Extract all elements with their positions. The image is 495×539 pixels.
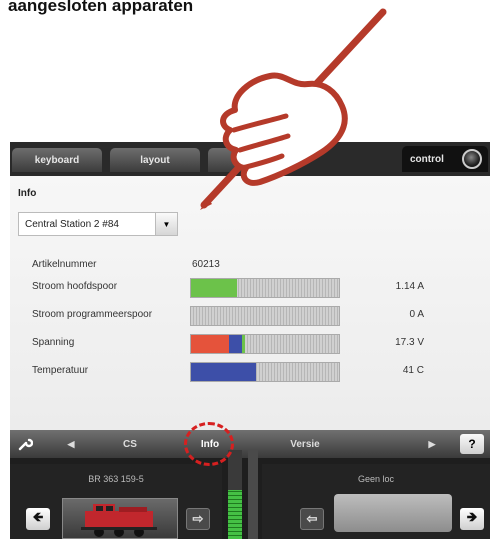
nav-prev-icon[interactable]: ◀ [64,430,78,458]
level-bar [190,306,340,326]
row-label: Spanning [32,337,75,348]
level-segment [191,279,237,297]
status-row: Stroom hoofdspoor 1.14 A [32,278,432,298]
highlight-ring [184,422,234,466]
arrow-right-outline-icon[interactable]: ⇨ [186,508,210,530]
help-button[interactable]: ? [460,434,484,454]
nav-prev-cs[interactable]: CS [110,430,150,458]
article-label: Artikelnummer [32,259,97,270]
status-row: Stroom programmeerspoor 0 A [32,306,432,326]
tab-control[interactable]: control [402,146,488,172]
loco-panel-left: BR 363 159-5 🡸 ⇨ [10,464,222,539]
knob-icon[interactable] [462,149,482,169]
level-segment [242,335,245,353]
speed-gauge-fill [228,490,242,539]
row-value: 41 C [402,365,424,376]
nav-next-icon[interactable]: ▶ [425,430,439,458]
wrench-icon[interactable] [14,430,36,458]
row-label: Stroom programmeerspoor [32,309,153,320]
row-label: Temperatuur [32,365,89,376]
arrow-left-outline-icon[interactable]: ⇦ [300,508,324,530]
arrow-right-icon[interactable]: 🡺 [460,508,484,530]
pen-hand-icon [200,8,387,210]
loco-panel-right: Geen loc ⇦ 🡺 [262,464,490,539]
device-select[interactable]: Central Station 2 #84 ▼ [18,212,178,236]
speed-gauge-right[interactable] [248,450,258,539]
loco-name-left: BR 363 159-5 [88,474,144,484]
status-row: Spanning 17.3 V [32,334,432,354]
chevron-down-icon[interactable]: ▼ [155,213,177,235]
panel-title: Info [18,188,37,199]
row-value: 1.14 A [395,281,424,292]
tab-control-label: control [410,153,444,165]
level-segment [229,335,242,353]
arrow-left-icon[interactable]: 🡸 [26,508,50,530]
nav-next-versie[interactable]: Versie [275,430,335,458]
tab-layout[interactable]: layout [110,148,200,172]
tab-keyboard[interactable]: keyboard [12,148,102,172]
locomotive-icon[interactable] [62,498,178,539]
speed-gauge[interactable] [228,450,242,539]
level-bar [190,362,340,382]
level-segment [191,363,256,381]
row-label: Stroom hoofdspoor [32,281,118,292]
level-bar [190,278,340,298]
loco-slot-empty[interactable] [334,494,452,532]
loco-name-right: Geen loc [357,474,395,484]
row-value: 17.3 V [395,337,424,348]
level-segment [191,335,229,353]
device-select-value: Central Station 2 #84 [25,218,119,230]
level-bar [190,334,340,354]
article-value: 60213 [192,259,220,270]
page-heading: aangesloten apparaten [8,0,194,15]
status-row: Temperatuur 41 C [32,362,432,382]
row-value: 0 A [409,309,424,320]
